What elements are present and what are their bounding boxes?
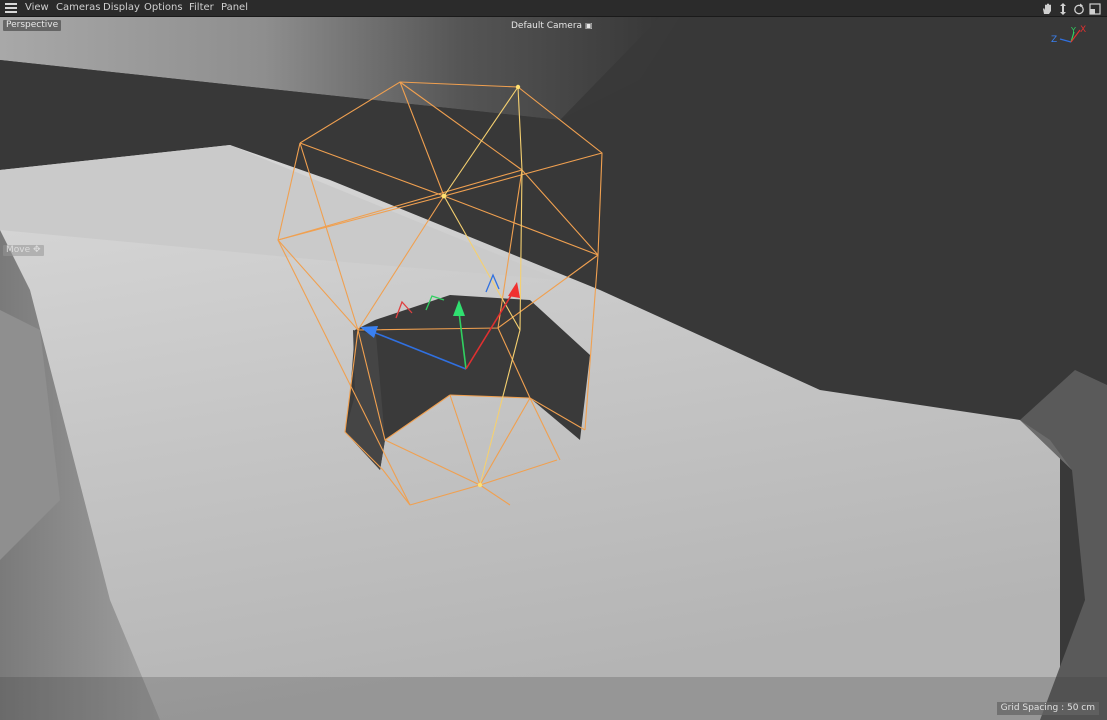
grid-spacing-label: Grid Spacing : 50 cm	[996, 702, 1099, 715]
hand-pan-icon[interactable]	[1040, 2, 1053, 15]
projection-label[interactable]: Perspective	[3, 20, 62, 31]
scene-bottom-band	[0, 677, 1107, 720]
3d-viewport[interactable]: Z Y X Perspective Default Camera ▣ Move …	[0, 17, 1107, 720]
menu-display[interactable]: Display	[103, 2, 140, 14]
axis-z-label: Z	[1051, 35, 1057, 45]
hamburger-menu-icon[interactable]	[5, 3, 17, 14]
rotate-icon[interactable]	[1072, 2, 1085, 15]
viewport-nav-icons	[1040, 2, 1101, 15]
menu-view[interactable]: View	[25, 2, 49, 14]
move-arrows-icon[interactable]	[1056, 2, 1069, 15]
menu-bar: View Cameras Display Options Filter Pane…	[0, 0, 1107, 17]
camera-icon: ▣	[584, 21, 593, 30]
wire-vertex	[477, 482, 483, 488]
move-tool-icon: ✥	[33, 245, 41, 255]
tool-label-text: Move	[6, 245, 31, 255]
wire-vertex	[441, 193, 447, 199]
menu-panel[interactable]: Panel	[221, 2, 248, 14]
menu-cameras[interactable]: Cameras	[56, 2, 100, 14]
camera-label-text: Default Camera	[511, 21, 583, 31]
axis-y-label: Y	[1070, 26, 1076, 35]
maximize-icon[interactable]	[1088, 2, 1101, 15]
tool-label: Move ✥	[3, 245, 44, 256]
menu-filter[interactable]: Filter	[189, 2, 214, 14]
viewport-scene: Z Y X	[0, 17, 1107, 720]
menu-options[interactable]: Options	[144, 2, 183, 14]
wire-vertex	[515, 84, 521, 90]
camera-label[interactable]: Default Camera ▣	[511, 20, 593, 32]
axis-x-label: X	[1080, 25, 1086, 35]
